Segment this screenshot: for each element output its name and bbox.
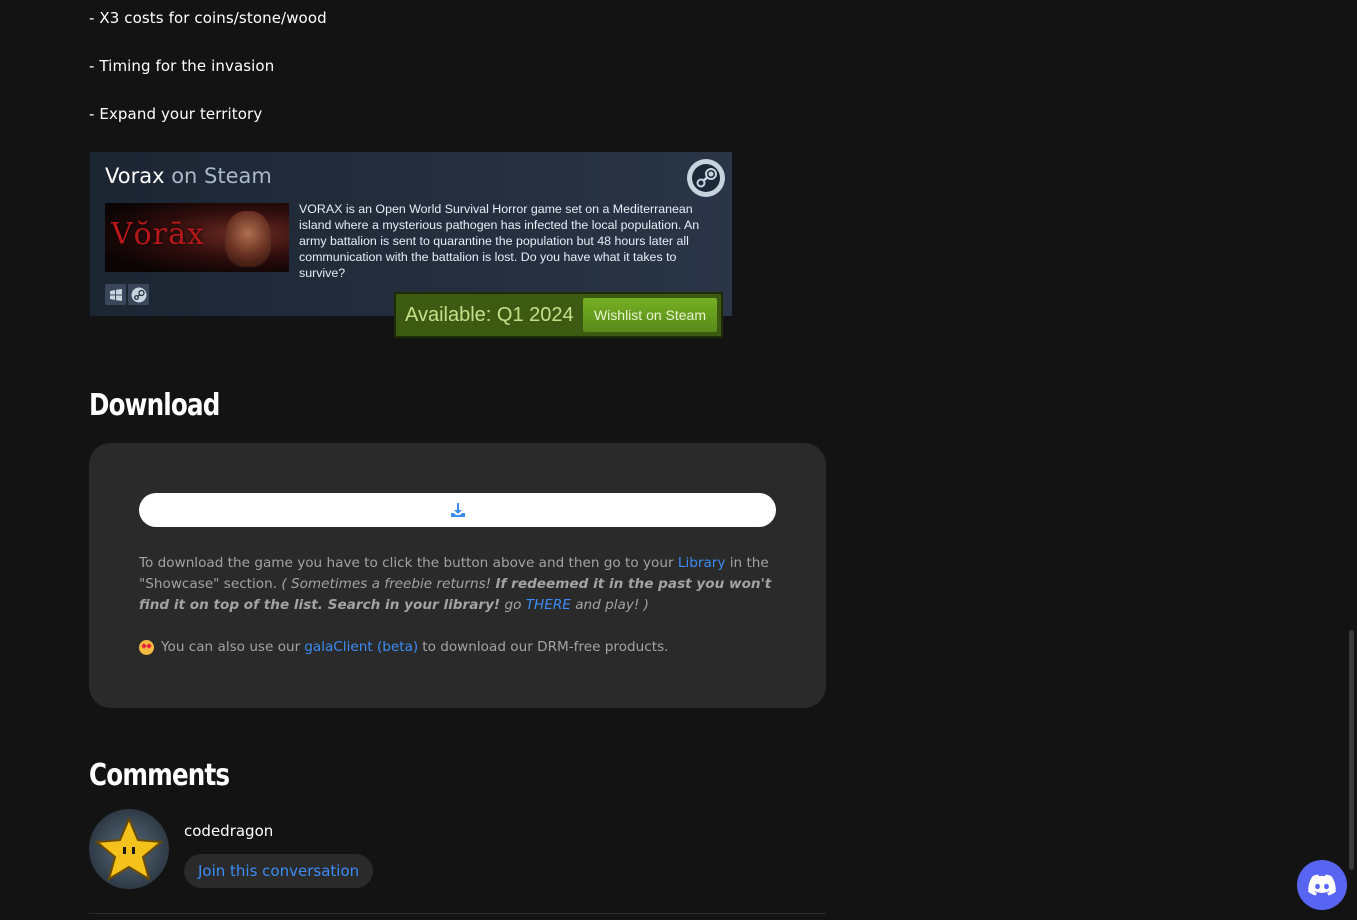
galaclient-note: You can also use our galaClient (beta) t… — [139, 637, 779, 658]
star-struck-emoji-icon — [139, 640, 154, 655]
username: codedragon — [184, 822, 274, 840]
download-button[interactable] — [139, 493, 776, 527]
feature-line: - Timing for the invasion — [89, 57, 275, 75]
join-conversation-button[interactable]: Join this conversation — [184, 854, 374, 888]
feature-line: - X3 costs for coins/stone/wood — [89, 9, 327, 27]
library-link[interactable]: Library — [678, 555, 726, 571]
wishlist-button[interactable]: Wishlist on Steam — [582, 298, 717, 332]
steam-icon — [128, 284, 149, 305]
divider — [89, 913, 826, 914]
game-description: VORAX is an Open World Survival Horror g… — [299, 202, 700, 280]
platform-list — [105, 284, 149, 305]
download-panel: To download the game you have to click t… — [89, 443, 826, 708]
discord-button[interactable] — [1297, 860, 1347, 910]
capsule-artwork — [225, 211, 271, 267]
download-heading: Download — [89, 388, 220, 423]
game-capsule-image[interactable]: Vŏrāx — [105, 203, 289, 272]
avatar[interactable] — [89, 809, 169, 889]
download-instructions: To download the game you have to click t… — [139, 555, 772, 613]
discord-icon — [1308, 874, 1336, 896]
capsule-logo: Vŏrāx — [111, 217, 205, 252]
star-avatar-icon — [94, 816, 164, 882]
download-icon — [450, 503, 465, 517]
feature-line: - Expand your territory — [89, 105, 263, 123]
availability-label: Available: Q1 2024 — [405, 303, 574, 326]
comments-heading: Comments — [89, 758, 230, 793]
galaclient-link[interactable]: galaClient (beta) — [304, 637, 418, 658]
steam-widget-title[interactable]: Vorax on Steam — [105, 164, 272, 188]
there-link[interactable]: THERE — [526, 597, 571, 613]
scrollbar-thumb[interactable] — [1349, 630, 1354, 870]
steam-purchase-bar: Available: Q1 2024 Wishlist on Steam — [394, 292, 723, 338]
steam-logo-icon[interactable] — [687, 159, 725, 197]
windows-icon — [105, 284, 126, 305]
